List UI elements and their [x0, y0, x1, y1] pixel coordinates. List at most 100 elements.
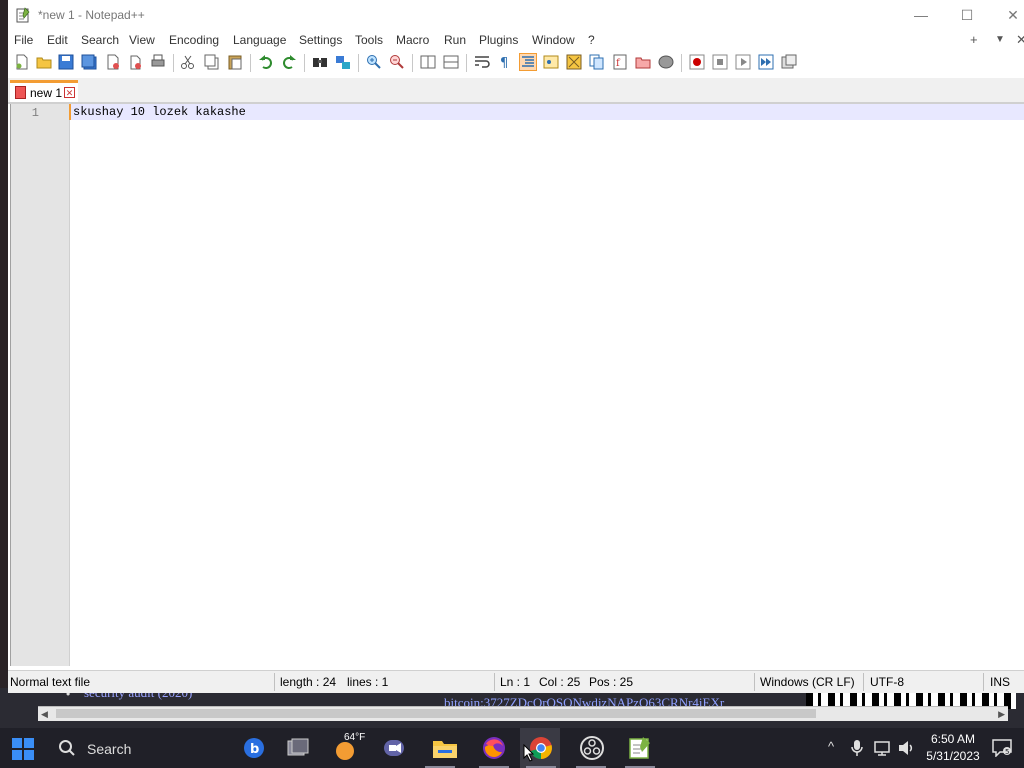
obs-icon[interactable]: [579, 735, 605, 761]
microphone-icon[interactable]: [850, 739, 864, 757]
sync-horizontal-icon[interactable]: [443, 54, 459, 70]
unsaved-file-icon: [15, 86, 26, 99]
status-separator: [863, 673, 864, 691]
windows-start-icon[interactable]: [12, 738, 34, 760]
status-separator: [494, 673, 495, 691]
menu-file[interactable]: File: [14, 33, 33, 47]
cut-icon[interactable]: [180, 54, 196, 70]
menu-plugins[interactable]: Plugins: [479, 33, 518, 47]
title-bar[interactable]: *new 1 - Notepad++ — ☐ ✕: [8, 0, 1024, 30]
menu-encoding[interactable]: Encoding: [169, 33, 219, 47]
tab-close-icon[interactable]: ✕: [64, 87, 75, 98]
function-list-icon[interactable]: f: [612, 54, 628, 70]
toolbar-separator: [681, 54, 682, 72]
menu-help[interactable]: ?: [588, 33, 595, 47]
svg-text:5: 5: [1005, 748, 1009, 756]
line-number-gutter: 1: [11, 104, 70, 666]
status-eol[interactable]: Windows (CR LF): [760, 675, 855, 689]
new-tab-icon[interactable]: +: [970, 32, 978, 47]
zoom-in-icon[interactable]: [366, 54, 382, 70]
chevron-up-icon[interactable]: ^: [828, 739, 834, 754]
new-file-icon[interactable]: [14, 54, 30, 70]
volume-icon[interactable]: [897, 739, 915, 757]
window-title: *new 1 - Notepad++: [38, 8, 145, 22]
play-macro-icon[interactable]: [735, 54, 751, 70]
run-macro-multiple-icon[interactable]: [758, 54, 774, 70]
toolbar-separator: [358, 54, 359, 72]
task-view-icon[interactable]: [286, 737, 310, 759]
text-editor[interactable]: 1 skushay 10 lozek kakashe: [10, 104, 1024, 666]
close-all-icon[interactable]: [127, 54, 143, 70]
replace-icon[interactable]: [335, 54, 351, 70]
user-language-icon[interactable]: [543, 54, 559, 70]
weather-widget[interactable]: 64°F: [334, 732, 374, 764]
horizontal-scrollbar[interactable]: ◀ ▶: [38, 706, 1008, 721]
status-col: Col : 25: [539, 675, 581, 689]
system-clock[interactable]: 6:50 AM 5/31/2023: [918, 731, 988, 765]
status-insert-mode[interactable]: INS: [990, 675, 1010, 689]
menu-edit[interactable]: Edit: [47, 33, 68, 47]
teams-icon[interactable]: [382, 736, 406, 760]
monitoring-icon[interactable]: [658, 54, 674, 70]
menu-view[interactable]: View: [129, 33, 155, 47]
save-all-icon[interactable]: [81, 54, 97, 70]
scroll-right-icon[interactable]: ▶: [998, 707, 1005, 721]
maximize-button[interactable]: ☐: [958, 6, 976, 24]
save-macro-icon[interactable]: [781, 54, 797, 70]
menu-language[interactable]: Language: [233, 33, 286, 47]
show-all-chars-icon[interactable]: ¶: [497, 54, 513, 70]
firefox-icon[interactable]: [481, 735, 507, 761]
svg-text:¶: ¶: [500, 56, 508, 70]
menu-settings[interactable]: Settings: [299, 33, 342, 47]
status-encoding[interactable]: UTF-8: [870, 675, 904, 689]
doc-list-icon[interactable]: [589, 54, 605, 70]
copy-icon[interactable]: [204, 54, 220, 70]
file-explorer-icon[interactable]: [432, 736, 458, 760]
menu-macro[interactable]: Macro: [396, 33, 429, 47]
close-button[interactable]: ✕: [1004, 6, 1022, 24]
close-doc-icon[interactable]: ✕: [1016, 32, 1024, 48]
indent-guide-icon[interactable]: [519, 53, 537, 71]
close-icon[interactable]: [105, 54, 121, 70]
editor-line[interactable]: skushay 10 lozek kakashe: [73, 105, 246, 119]
search-label: Search: [87, 741, 132, 757]
undo-icon[interactable]: [258, 54, 274, 70]
word-wrap-icon[interactable]: [474, 54, 490, 70]
folder-workspace-icon[interactable]: [635, 54, 651, 70]
notepad-plus-plus-icon[interactable]: [628, 736, 652, 760]
menu-tools[interactable]: Tools: [355, 33, 383, 47]
notification-icon[interactable]: 5: [992, 739, 1012, 757]
taskbar-search[interactable]: Search b: [50, 732, 270, 764]
sync-vertical-icon[interactable]: [420, 54, 436, 70]
find-icon[interactable]: [312, 54, 328, 70]
bing-icon[interactable]: b: [243, 737, 265, 759]
tab-list-icon[interactable]: ▼: [995, 34, 1005, 45]
status-file-type: Normal text file: [10, 675, 91, 689]
open-file-icon[interactable]: [36, 54, 52, 70]
toolbar-separator: [466, 54, 467, 72]
zoom-out-icon[interactable]: [389, 54, 405, 70]
save-icon[interactable]: [58, 54, 74, 70]
menu-search[interactable]: Search: [81, 33, 119, 47]
paste-icon[interactable]: [227, 54, 243, 70]
change-history-marker: [69, 104, 71, 120]
clock-date: 5/31/2023: [926, 749, 980, 763]
toolbar-separator: [173, 54, 174, 72]
tab-bar: new 1 ✕: [8, 78, 1024, 104]
toolbar-separator: [250, 54, 251, 72]
minimize-button[interactable]: —: [912, 6, 930, 24]
scrollbar-thumb[interactable]: [56, 709, 816, 718]
scroll-left-icon[interactable]: ◀: [41, 707, 48, 721]
menu-run[interactable]: Run: [444, 33, 466, 47]
tab-new-1[interactable]: new 1 ✕: [10, 80, 78, 102]
doc-map-icon[interactable]: [566, 54, 582, 70]
status-lines: lines : 1: [347, 675, 389, 689]
stop-macro-icon[interactable]: [712, 54, 728, 70]
record-macro-icon[interactable]: [689, 54, 705, 70]
redo-icon[interactable]: [281, 54, 297, 70]
search-icon: [59, 740, 75, 756]
print-icon[interactable]: [150, 54, 166, 70]
menu-window[interactable]: Window: [532, 33, 575, 47]
toolbar-separator: [304, 54, 305, 72]
network-icon[interactable]: [873, 739, 891, 757]
